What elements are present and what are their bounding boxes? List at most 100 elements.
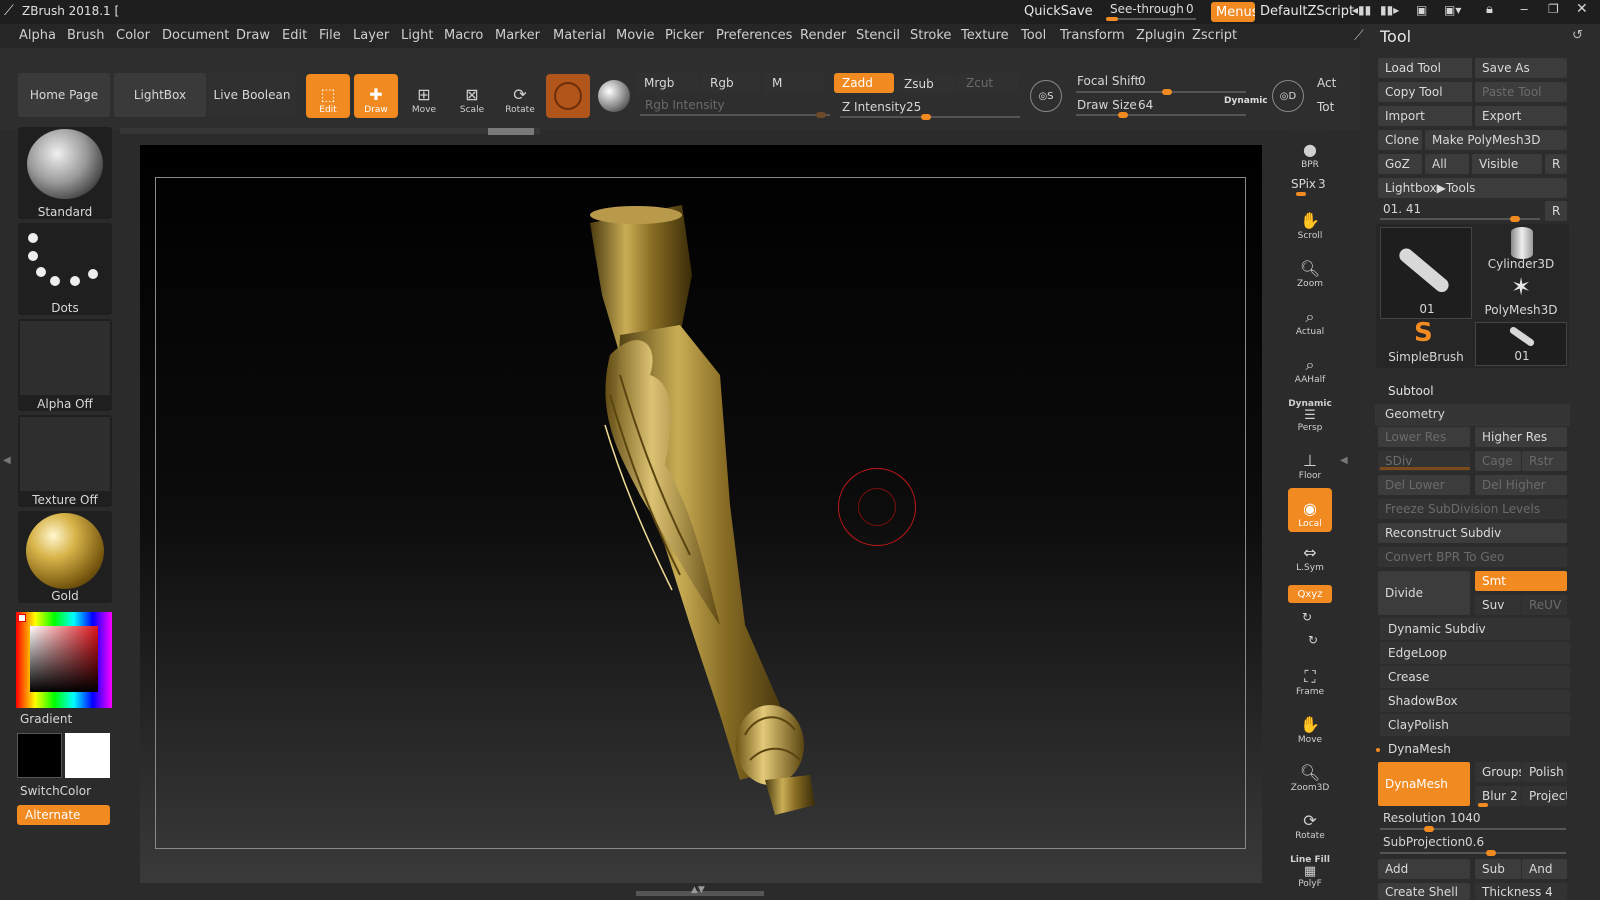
see-through-slider-knob[interactable] (1106, 17, 1118, 21)
menu-picker[interactable]: Picker (665, 28, 704, 43)
tool-thumb-01-small[interactable]: 01 (1475, 322, 1567, 366)
rgb-intensity-slider[interactable] (640, 114, 830, 116)
cabriole-leg-model[interactable] (580, 205, 850, 825)
mrgb-button[interactable]: Mrgb (636, 73, 700, 93)
menu-marker[interactable]: Marker (495, 28, 540, 43)
higher-res-button[interactable]: Higher Res (1475, 427, 1567, 447)
move-view-button[interactable]: ✋ Move (1288, 704, 1332, 748)
gradient-label[interactable]: Gradient (20, 712, 72, 726)
draw-size-slider[interactable] (1076, 114, 1246, 116)
zsub-button[interactable]: Zsub (896, 74, 956, 94)
rstr-button[interactable]: Rstr (1522, 451, 1567, 471)
edgeloop-section[interactable]: EdgeLoop (1380, 642, 1570, 664)
menu-tool[interactable]: Tool (1021, 28, 1046, 43)
tray-scrollbar[interactable] (120, 128, 540, 134)
resolution-slider[interactable] (1380, 828, 1566, 830)
thickness-slider[interactable]: Thickness 4 (1475, 883, 1567, 900)
lightbox-button[interactable]: LightBox (114, 73, 206, 117)
left-collapse-arrow-icon[interactable]: ◀ (3, 455, 11, 466)
crease-section[interactable]: Crease (1380, 666, 1570, 688)
menu-stroke[interactable]: Stroke (910, 28, 951, 43)
primary-color-swatch[interactable] (17, 733, 62, 778)
zoom-button[interactable]: 🔍︎ Zoom (1288, 248, 1332, 292)
goz-r-button[interactable]: R (1545, 154, 1567, 174)
default-zscript-button[interactable]: DefaultZScript (1260, 4, 1354, 19)
switch-color-button[interactable]: SwitchColor (20, 784, 91, 798)
texture-slot[interactable]: Texture Off (18, 415, 112, 507)
claypolish-section[interactable]: ClayPolish (1380, 714, 1570, 736)
zoom3d-button[interactable]: 🔍︎ Zoom3D (1288, 752, 1332, 796)
material-sphere-button[interactable] (546, 74, 590, 118)
quicksave-button[interactable]: QuickSave (1024, 4, 1093, 19)
tray-scrollbar-thumb[interactable] (488, 128, 534, 135)
menu-document[interactable]: Document (162, 28, 229, 43)
shadowbox-section[interactable]: ShadowBox (1380, 690, 1570, 712)
menu-macro[interactable]: Macro (444, 28, 483, 43)
maximize-icon[interactable]: ❐ (1548, 2, 1559, 16)
minimize-icon[interactable]: ‒ (1520, 2, 1528, 17)
freeze-subdiv-button[interactable]: Freeze SubDivision Levels (1378, 499, 1567, 519)
geometry-section-header[interactable]: Geometry (1375, 404, 1570, 426)
dynamesh-button[interactable]: DynaMesh (1378, 762, 1470, 806)
goz-all-button[interactable]: All (1425, 154, 1469, 174)
focal-shift-d-icon[interactable]: ◎D (1272, 80, 1304, 112)
menu-file[interactable]: File (319, 28, 341, 43)
edit-mode-button[interactable]: ⬚ Edit (306, 74, 350, 118)
menu-transform[interactable]: Transform (1060, 28, 1125, 43)
local-button[interactable]: ◉ Local (1288, 488, 1332, 532)
cage-button[interactable]: Cage (1475, 451, 1521, 471)
tool-slider-knob[interactable] (1510, 216, 1520, 222)
copy-tool-button[interactable]: Copy Tool (1378, 82, 1472, 102)
dynamesh-section[interactable]: DynaMesh (1380, 738, 1570, 760)
menu-edit[interactable]: Edit (282, 28, 307, 43)
tool-thumb-simplebrush[interactable]: S SimpleBrush (1380, 318, 1472, 366)
persp-button[interactable]: Dynamic ☰ Persp (1288, 392, 1332, 436)
dynamic-subdiv-section[interactable]: Dynamic Subdiv (1380, 618, 1570, 640)
del-higher-button[interactable]: Del Higher (1475, 475, 1567, 495)
z-intensity-knob[interactable] (921, 114, 931, 120)
draw-size-knob[interactable] (1118, 112, 1128, 118)
stroke-slot[interactable]: Dots (18, 223, 112, 315)
add-button[interactable]: Add (1378, 859, 1470, 879)
lock-icon[interactable]: 🔒︎ (1486, 2, 1493, 17)
sub-button[interactable]: Sub (1475, 859, 1521, 879)
alternate-button[interactable]: Alternate (17, 805, 110, 825)
menu-texture[interactable]: Texture (961, 28, 1009, 43)
zcut-button[interactable]: Zcut (958, 73, 1018, 93)
dynamic-toggle[interactable]: Dynamic (1224, 96, 1268, 106)
layout-icon-1[interactable]: ◂▮▮ (1352, 3, 1371, 17)
lightbox-tools-button[interactable]: Lightbox▶Tools (1378, 178, 1567, 198)
home-page-button[interactable]: Home Page (18, 73, 110, 117)
menu-material[interactable]: Material (553, 28, 606, 43)
menu-color[interactable]: Color (116, 28, 150, 43)
rotate-z-icon[interactable]: ↻ (1308, 633, 1318, 647)
menu-zplugin[interactable]: Zplugin (1136, 28, 1185, 43)
goz-button[interactable]: GoZ (1378, 154, 1422, 174)
project-toggle[interactable]: Project (1522, 786, 1567, 806)
layout-icon-3[interactable]: ▣ (1416, 3, 1427, 17)
load-tool-button[interactable]: Load Tool (1378, 58, 1472, 78)
zadd-button[interactable]: Zadd (834, 73, 894, 93)
scroll-button[interactable]: ✋ Scroll (1288, 200, 1332, 244)
color-picker[interactable] (16, 612, 112, 708)
tool-palette-title[interactable]: Tool (1380, 27, 1411, 46)
m-button[interactable]: M (764, 73, 824, 93)
menu-layer[interactable]: Layer (353, 28, 389, 43)
smt-toggle[interactable]: Smt (1475, 571, 1567, 591)
menu-brush[interactable]: Brush (67, 28, 105, 43)
menu-alpha[interactable]: Alpha (19, 28, 56, 43)
create-shell-button[interactable]: Create Shell (1378, 883, 1470, 900)
tool-r-button[interactable]: R (1545, 201, 1567, 221)
subtool-section[interactable]: Subtool (1388, 384, 1434, 398)
actual-button[interactable]: ⌕ Actual (1288, 296, 1332, 340)
menu-stencil[interactable]: Stencil (856, 28, 900, 43)
paste-tool-button[interactable]: Paste Tool (1475, 82, 1567, 102)
menu-movie[interactable]: Movie (616, 28, 654, 43)
rotate-view-button[interactable]: ⟳ Rotate (1288, 800, 1332, 844)
divide-button[interactable]: Divide (1378, 571, 1470, 615)
spix-slider-knob[interactable] (1296, 192, 1306, 196)
rotate-y-icon[interactable]: ↻ (1302, 610, 1312, 624)
suv-toggle[interactable]: Suv (1475, 595, 1521, 615)
move-mode-button[interactable]: ⊞ Move (402, 74, 446, 118)
brush-slot[interactable]: Standard (18, 127, 112, 219)
